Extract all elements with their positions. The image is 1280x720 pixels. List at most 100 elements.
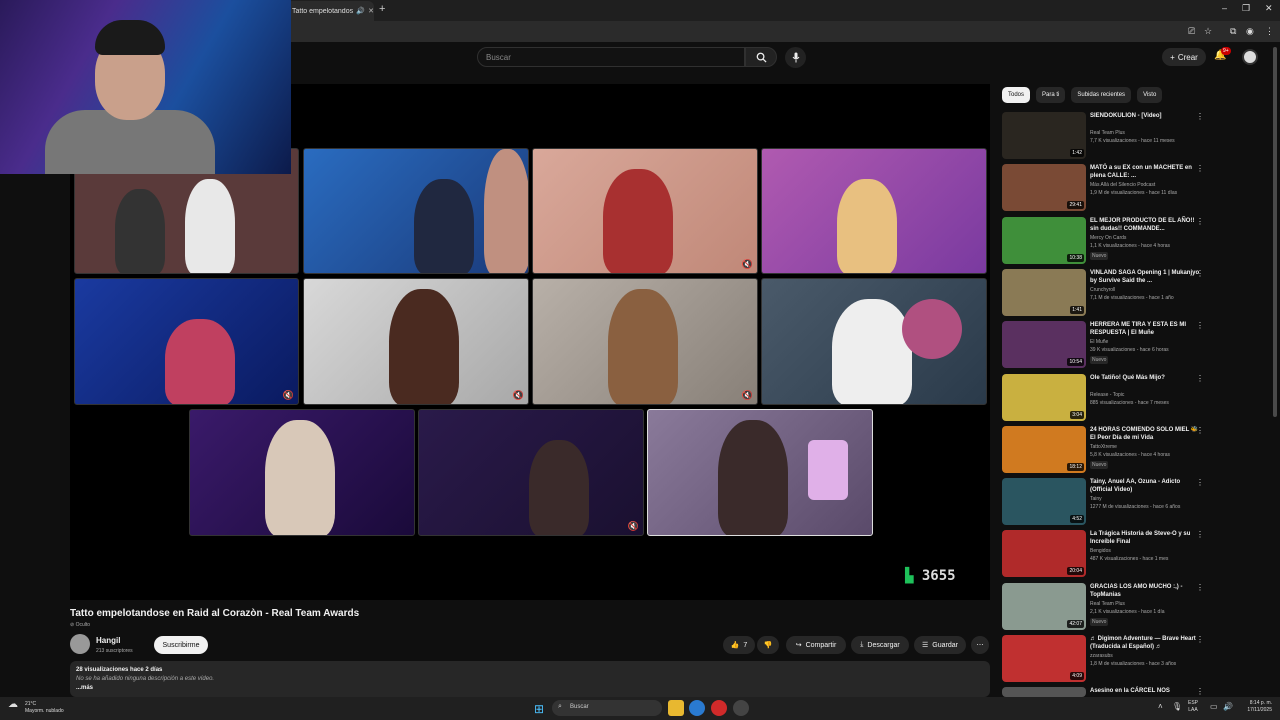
recommended-channel[interactable]: Release - Topic [1090,392,1124,398]
recommended-title[interactable]: GRACIAS LOS AMO MUCHO :,) - TopManias [1090,583,1200,599]
recommended-channel[interactable]: TattoXtreme [1090,444,1117,450]
recommended-channel[interactable]: Más Allá del Silencio Podcast [1090,182,1155,188]
close-window-button[interactable]: ✕ [1265,3,1273,14]
recommended-title[interactable]: EL MEJOR PRODUCTO DE EL AÑO!! sin dudas!… [1090,217,1200,233]
recommended-video[interactable]: 20:04 La Trágica Historia de Steve-O y su… [1002,530,1272,578]
download-button[interactable]: ⤓ Descargar [851,636,909,654]
chrome-icon[interactable] [689,700,705,716]
extensions-icon[interactable]: ⧉ [1230,26,1236,37]
video-thumbnail[interactable]: 18:12 [1002,425,1086,473]
file-explorer-icon[interactable] [668,700,684,716]
profile-icon[interactable]: ◉ [1246,26,1254,37]
tray-mic-icon[interactable]: 🎙 [1172,702,1182,711]
channel-name[interactable]: Hangil [96,636,120,645]
more-options-icon[interactable]: ⋮ [1196,530,1204,539]
close-tab-icon[interactable]: ✕ [368,7,374,15]
obs-icon[interactable] [733,700,749,716]
language-indicator[interactable]: ESP LAA [1188,700,1198,714]
video-thumbnail[interactable]: 29:41 [1002,164,1086,212]
menu-kebab-icon[interactable]: ⋮ [1265,26,1274,37]
video-thumbnail[interactable]: 4:09 [1002,635,1086,682]
more-options-icon[interactable]: ⋮ [1196,478,1204,487]
show-more-link[interactable]: ...más [76,685,984,691]
recommended-video[interactable]: 4:09 ♬ Digimon Adventure — Brave Heart (T… [1002,635,1272,683]
recommended-video[interactable]: 1:41 VINLAND SAGA Opening 1 | Mukanjyo by… [1002,268,1272,317]
page-scrollbar[interactable] [1273,47,1277,417]
browser-tab[interactable]: Tatto empelotandos 🔊 ✕ [286,1,374,21]
video-thumbnail[interactable]: 10:38 [1002,216,1086,264]
minimize-button[interactable]: – [1222,3,1227,13]
search-button[interactable] [745,47,777,67]
more-options-icon[interactable]: ⋮ [1196,583,1204,592]
recommended-title[interactable]: Asesino en la CÁRCEL NOS [1090,687,1200,695]
more-actions-button[interactable]: ⋯ [971,636,989,654]
recommended-channel[interactable]: zzarasubs [1090,653,1113,659]
recommended-channel[interactable]: Real Team Plus [1090,130,1125,136]
recommended-video[interactable]: 1:42 SIENDOKULION - [Video] Real Team Plus… [1002,112,1272,160]
video-thumbnail[interactable]: 3:04 [1002,373,1086,421]
recommended-title[interactable]: Ole Tatiño! Qué Más Mijo? [1090,374,1200,382]
video-thumbnail[interactable]: 1:42 [1002,112,1086,159]
channel-avatar[interactable] [70,634,90,654]
like-button[interactable]: 👍 7 [723,636,755,654]
video-thumbnail[interactable]: 10:54 [1002,321,1086,369]
video-thumbnail[interactable]: 42:07 [1002,582,1086,630]
recommended-title[interactable]: SIENDOKULION - [Video] [1090,112,1200,120]
recommended-channel[interactable]: Real Team Plus [1090,601,1125,607]
voice-search-button[interactable] [785,47,806,68]
clock[interactable]: 8:14 p. m. 17/11/2025 [1238,700,1272,714]
more-options-icon[interactable]: ⋮ [1196,426,1204,435]
recommended-channel[interactable]: Crunchyroll [1090,287,1115,293]
recommended-title[interactable]: VINLAND SAGA Opening 1 | Mukanjyo by Sur… [1090,269,1200,285]
more-options-icon[interactable]: ⋮ [1196,374,1204,383]
recommended-video[interactable]: 3:04 Ole Tatiño! Qué Más Mijo? Release - T… [1002,373,1272,422]
recommended-video[interactable]: 10:54 HERRERA ME TIRA Y ESTA ES MI RESPUE… [1002,321,1272,369]
video-thumbnail[interactable]: 4:52 [1002,478,1086,526]
recommended-video[interactable]: 42:07 GRACIAS LOS AMO MUCHO :,) - TopMani… [1002,582,1272,631]
more-options-icon[interactable]: ⋮ [1196,112,1204,121]
recommended-channel[interactable]: El Muñe [1090,339,1108,345]
speaker-icon[interactable]: 🔊 [356,7,365,15]
video-thumbnail[interactable] [1002,687,1086,698]
account-avatar[interactable] [1242,49,1258,65]
recommended-title[interactable]: HERRERA ME TIRA Y ESTA ES MI RESPUESTA |… [1090,321,1200,337]
dislike-button[interactable]: 👎 [757,636,779,654]
more-options-icon[interactable]: ⋮ [1196,217,1204,226]
search-input[interactable]: Buscar [477,47,745,67]
recommended-channel[interactable]: Tainy [1090,496,1102,502]
chip-todos[interactable]: Todos [1002,87,1031,103]
opera-icon[interactable] [711,700,727,716]
recommended-video[interactable]: 18:12 24 HORAS COMIENDO SOLO MIEL 🐝El Peo… [1002,425,1272,474]
recommended-video[interactable]: 10:38 EL MEJOR PRODUCTO DE EL AÑO!! sin d… [1002,216,1272,265]
recommended-video[interactable]: Asesino en la CÁRCEL NOS ⋮ [1002,687,1272,698]
description-box[interactable]: 28 visualizaciones hace 2 días No se ha … [70,661,990,697]
tray-chevron-icon[interactable]: ˄ [1158,702,1163,711]
recommended-channel[interactable]: Bengidos [1090,548,1111,554]
recommended-title[interactable]: 24 HORAS COMIENDO SOLO MIEL 🐝El Peor Día… [1090,426,1200,442]
recommended-video[interactable]: 4:52 Tainy, Anuel AA, Ozuna - Adicto (Off… [1002,478,1272,526]
taskbar-search[interactable]: ⌕ Buscar [552,700,662,716]
monitor-icon[interactable]: ▭ [1210,702,1218,711]
start-windows-icon[interactable]: ⊞ [534,702,544,716]
create-button[interactable]: + Crear [1162,48,1206,66]
maximize-button[interactable]: ❐ [1242,3,1250,14]
chip-para-ti[interactable]: Para ti [1036,87,1066,103]
recommended-channel[interactable]: Mercy On Cards [1090,235,1126,241]
more-options-icon[interactable]: ⋮ [1196,269,1204,278]
chip-subidas-recientes[interactable]: Subidas recientes [1071,87,1132,103]
recommended-title[interactable]: MATÓ a su EX con un MACHETE en plena CAL… [1090,164,1200,180]
more-options-icon[interactable]: ⋮ [1196,321,1204,330]
volume-icon[interactable]: 🔊 [1223,702,1233,711]
subscribe-button[interactable]: Suscribirme [154,636,208,654]
cast-icon[interactable]: ⎚ [1188,26,1195,37]
video-thumbnail[interactable]: 20:04 [1002,530,1086,578]
bookmark-star-icon[interactable]: ☆ [1204,26,1212,37]
new-tab-button[interactable]: + [379,3,385,15]
chip-visto[interactable]: Visto [1137,87,1163,103]
share-button[interactable]: ↪ Compartir [786,636,846,654]
recommended-video[interactable]: 29:41 MATÓ a su EX con un MACHETE en plen… [1002,164,1272,212]
more-options-icon[interactable]: ⋮ [1196,164,1204,173]
more-options-icon[interactable]: ⋮ [1196,635,1204,644]
recommended-title[interactable]: ♬ Digimon Adventure — Brave Heart (Tradu… [1090,635,1200,651]
recommended-title[interactable]: La Trágica Historia de Steve-O y su Incr… [1090,530,1200,546]
